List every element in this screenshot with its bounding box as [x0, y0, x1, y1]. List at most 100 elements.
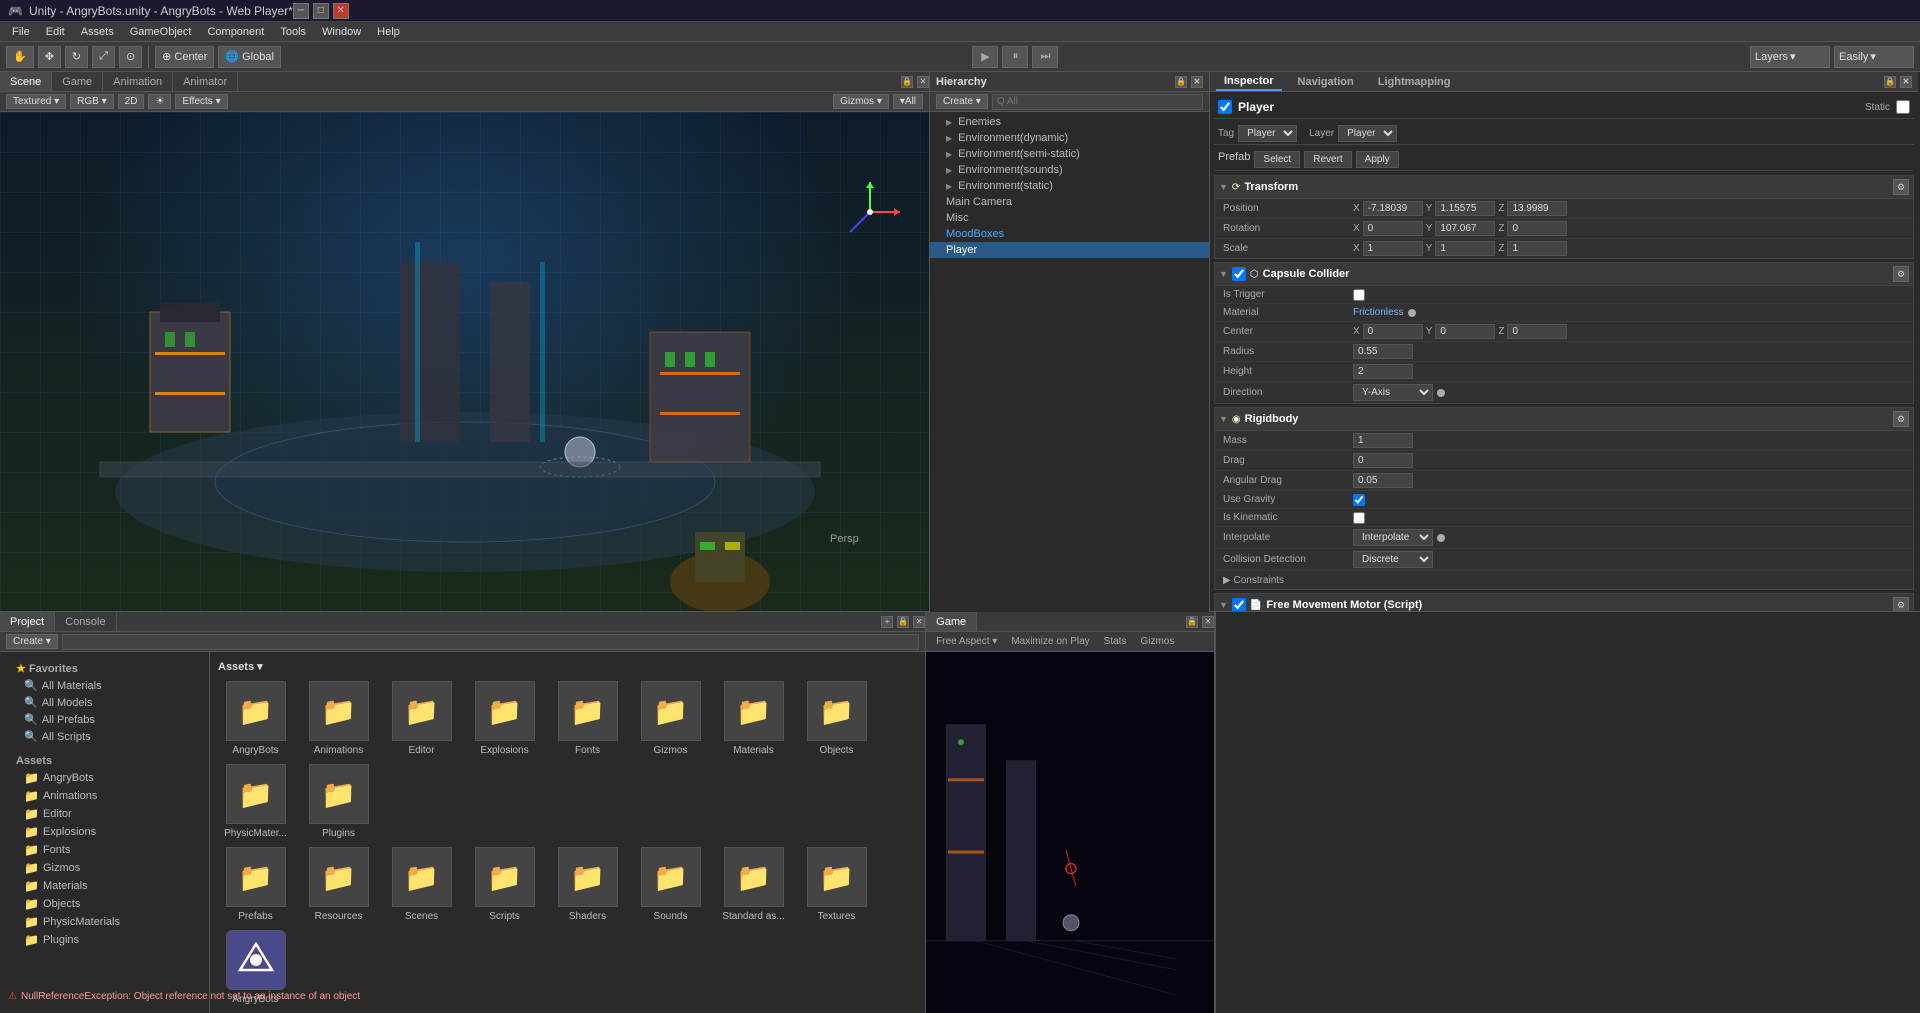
center-toggle[interactable]: ⊕ Center: [155, 46, 214, 68]
inspector-tab-lightmapping[interactable]: Lightmapping: [1370, 74, 1459, 90]
center-x-field[interactable]: [1363, 324, 1423, 339]
inspector-tab-inspector[interactable]: Inspector: [1216, 73, 1282, 91]
capsule-enabled-checkbox[interactable]: [1232, 267, 1246, 281]
hierarchy-lock-btn[interactable]: 🔒: [1175, 76, 1187, 88]
scale-x-field[interactable]: [1363, 241, 1423, 256]
move-tool[interactable]: ✥: [38, 46, 61, 68]
prefab-apply-btn[interactable]: Apply: [1356, 151, 1399, 168]
menu-edit[interactable]: Edit: [38, 24, 73, 40]
step-button[interactable]: ⏭: [1032, 46, 1058, 68]
scale-y-field[interactable]: [1435, 241, 1495, 256]
gizmos-dropdown[interactable]: Gizmos ▾: [833, 94, 889, 109]
sidebar-materials[interactable]: 📁 Materials: [8, 877, 201, 895]
hierarchy-item-misc[interactable]: Misc: [930, 210, 1209, 226]
asset-objects[interactable]: 📁 Objects: [799, 681, 874, 756]
sidebar-angrybots[interactable]: 📁 AngryBots: [8, 769, 201, 787]
object-active-checkbox[interactable]: [1218, 100, 1232, 114]
asset-standard-assets[interactable]: 📁 Standard as...: [716, 847, 791, 922]
maximize-button[interactable]: □: [313, 3, 329, 19]
hierarchy-item-env-sounds[interactable]: Environment(sounds): [930, 162, 1209, 178]
asset-sounds[interactable]: 📁 Sounds: [633, 847, 708, 922]
create-btn[interactable]: Create ▾: [6, 634, 58, 649]
play-button[interactable]: ▶: [972, 46, 998, 68]
transform-header[interactable]: ▼ ⟳ Transform ⚙: [1215, 176, 1913, 199]
prefab-select-btn[interactable]: Select: [1254, 151, 1300, 168]
sidebar-all-materials[interactable]: 🔍 All Materials: [8, 677, 201, 694]
asset-resources[interactable]: 📁 Resources: [301, 847, 376, 922]
rotate-tool[interactable]: ↻: [65, 46, 88, 68]
free-movement-enabled-checkbox[interactable]: [1232, 598, 1246, 611]
direction-dropdown[interactable]: Y-Axis: [1353, 384, 1433, 401]
gizmos-game-btn[interactable]: Gizmos: [1136, 634, 1178, 649]
sidebar-gizmos[interactable]: 📁 Gizmos: [8, 859, 201, 877]
scene-lock-btn[interactable]: 🔒: [901, 76, 913, 88]
hierarchy-item-player[interactable]: Player: [930, 242, 1209, 258]
sidebar-all-prefabs[interactable]: 🔍 All Prefabs: [8, 711, 201, 728]
prefab-revert-btn[interactable]: Revert: [1304, 151, 1351, 168]
hierarchy-item-env-semi[interactable]: Environment(semi-static): [930, 146, 1209, 162]
is-trigger-checkbox[interactable]: [1353, 289, 1365, 301]
rgb-dropdown[interactable]: RGB ▾: [70, 94, 113, 109]
rotation-x-field[interactable]: [1363, 221, 1423, 236]
drag-field[interactable]: [1353, 453, 1413, 468]
inspector-tab-navigation[interactable]: Navigation: [1290, 74, 1362, 90]
interpolate-dropdown[interactable]: Interpolate: [1353, 529, 1433, 546]
center-z-field[interactable]: [1507, 324, 1567, 339]
close-button[interactable]: ✕: [333, 3, 349, 19]
asset-shaders[interactable]: 📁 Shaders: [550, 847, 625, 922]
hierarchy-create-btn[interactable]: Create ▾: [936, 94, 988, 109]
rigidbody-settings-btn[interactable]: ⚙: [1893, 411, 1909, 427]
hierarchy-item-env-static[interactable]: Environment(static): [930, 178, 1209, 194]
menu-file[interactable]: File: [4, 24, 38, 40]
capsule-collider-header[interactable]: ▼ ⬡ Capsule Collider ⚙: [1215, 263, 1913, 286]
tab-game[interactable]: Game: [52, 72, 103, 91]
proj-lock-btn[interactable]: 🔒: [897, 616, 909, 628]
mass-field[interactable]: [1353, 433, 1413, 448]
hierarchy-item-main-camera[interactable]: Main Camera: [930, 194, 1209, 210]
minimize-button[interactable]: ─: [293, 3, 309, 19]
scale-tool[interactable]: ⤢: [92, 46, 115, 68]
tab-project[interactable]: Project: [0, 612, 55, 631]
is-kinematic-checkbox[interactable]: [1353, 512, 1365, 524]
menu-gameobject[interactable]: GameObject: [122, 24, 200, 40]
collision-dropdown[interactable]: Discrete: [1353, 551, 1433, 568]
scene-close-btn[interactable]: ✕: [917, 76, 929, 88]
asset-editor[interactable]: 📁 Editor: [384, 681, 459, 756]
easily-dropdown[interactable]: Easily ▾: [1834, 46, 1914, 68]
asset-angrybots[interactable]: 📁 AngryBots: [218, 681, 293, 756]
asset-prefabs[interactable]: 📁 Prefabs: [218, 847, 293, 922]
tab-console[interactable]: Console: [55, 612, 116, 631]
position-z-field[interactable]: [1507, 201, 1567, 216]
angular-drag-field[interactable]: [1353, 473, 1413, 488]
rotation-y-field[interactable]: [1435, 221, 1495, 236]
position-y-field[interactable]: [1435, 201, 1495, 216]
maximize-on-play-btn[interactable]: Maximize on Play: [1007, 634, 1093, 649]
asset-animations[interactable]: 📁 Animations: [301, 681, 376, 756]
scale-z-field[interactable]: [1507, 241, 1567, 256]
asset-fonts[interactable]: 📁 Fonts: [550, 681, 625, 756]
asset-plugins[interactable]: 📁 Plugins: [301, 764, 376, 839]
asset-scenes[interactable]: 📁 Scenes: [384, 847, 459, 922]
effects-dropdown[interactable]: Effects ▾: [175, 94, 227, 109]
sidebar-plugins[interactable]: 📁 Plugins: [8, 931, 201, 949]
layers-dropdown[interactable]: Layers ▾: [1750, 46, 1830, 68]
inspector-lock-btn[interactable]: 🔒: [1884, 76, 1896, 88]
material-link[interactable]: Frictionless: [1353, 307, 1404, 318]
proj-add-btn[interactable]: +: [881, 616, 893, 628]
hierarchy-search[interactable]: [992, 94, 1203, 110]
hierarchy-item-moodboxes[interactable]: MoodBoxes: [930, 226, 1209, 242]
asset-scripts[interactable]: 📁 Scripts: [467, 847, 542, 922]
radius-field[interactable]: [1353, 344, 1413, 359]
sidebar-animations[interactable]: 📁 Animations: [8, 787, 201, 805]
tab-scene[interactable]: Scene: [0, 72, 52, 91]
sidebar-physic-materials[interactable]: 📁 PhysicMaterials: [8, 913, 201, 931]
project-search-input[interactable]: [62, 634, 919, 650]
tab-animator[interactable]: Animator: [173, 72, 238, 91]
global-toggle[interactable]: 🌐 Global: [218, 46, 281, 68]
position-x-field[interactable]: [1363, 201, 1423, 216]
center-y-field[interactable]: [1435, 324, 1495, 339]
tab-animation[interactable]: Animation: [103, 72, 173, 91]
scene-viewport[interactable]: Persp: [0, 112, 929, 611]
sidebar-explosions[interactable]: 📁 Explosions: [8, 823, 201, 841]
asset-physic-material[interactable]: 📁 PhysicMater...: [218, 764, 293, 839]
